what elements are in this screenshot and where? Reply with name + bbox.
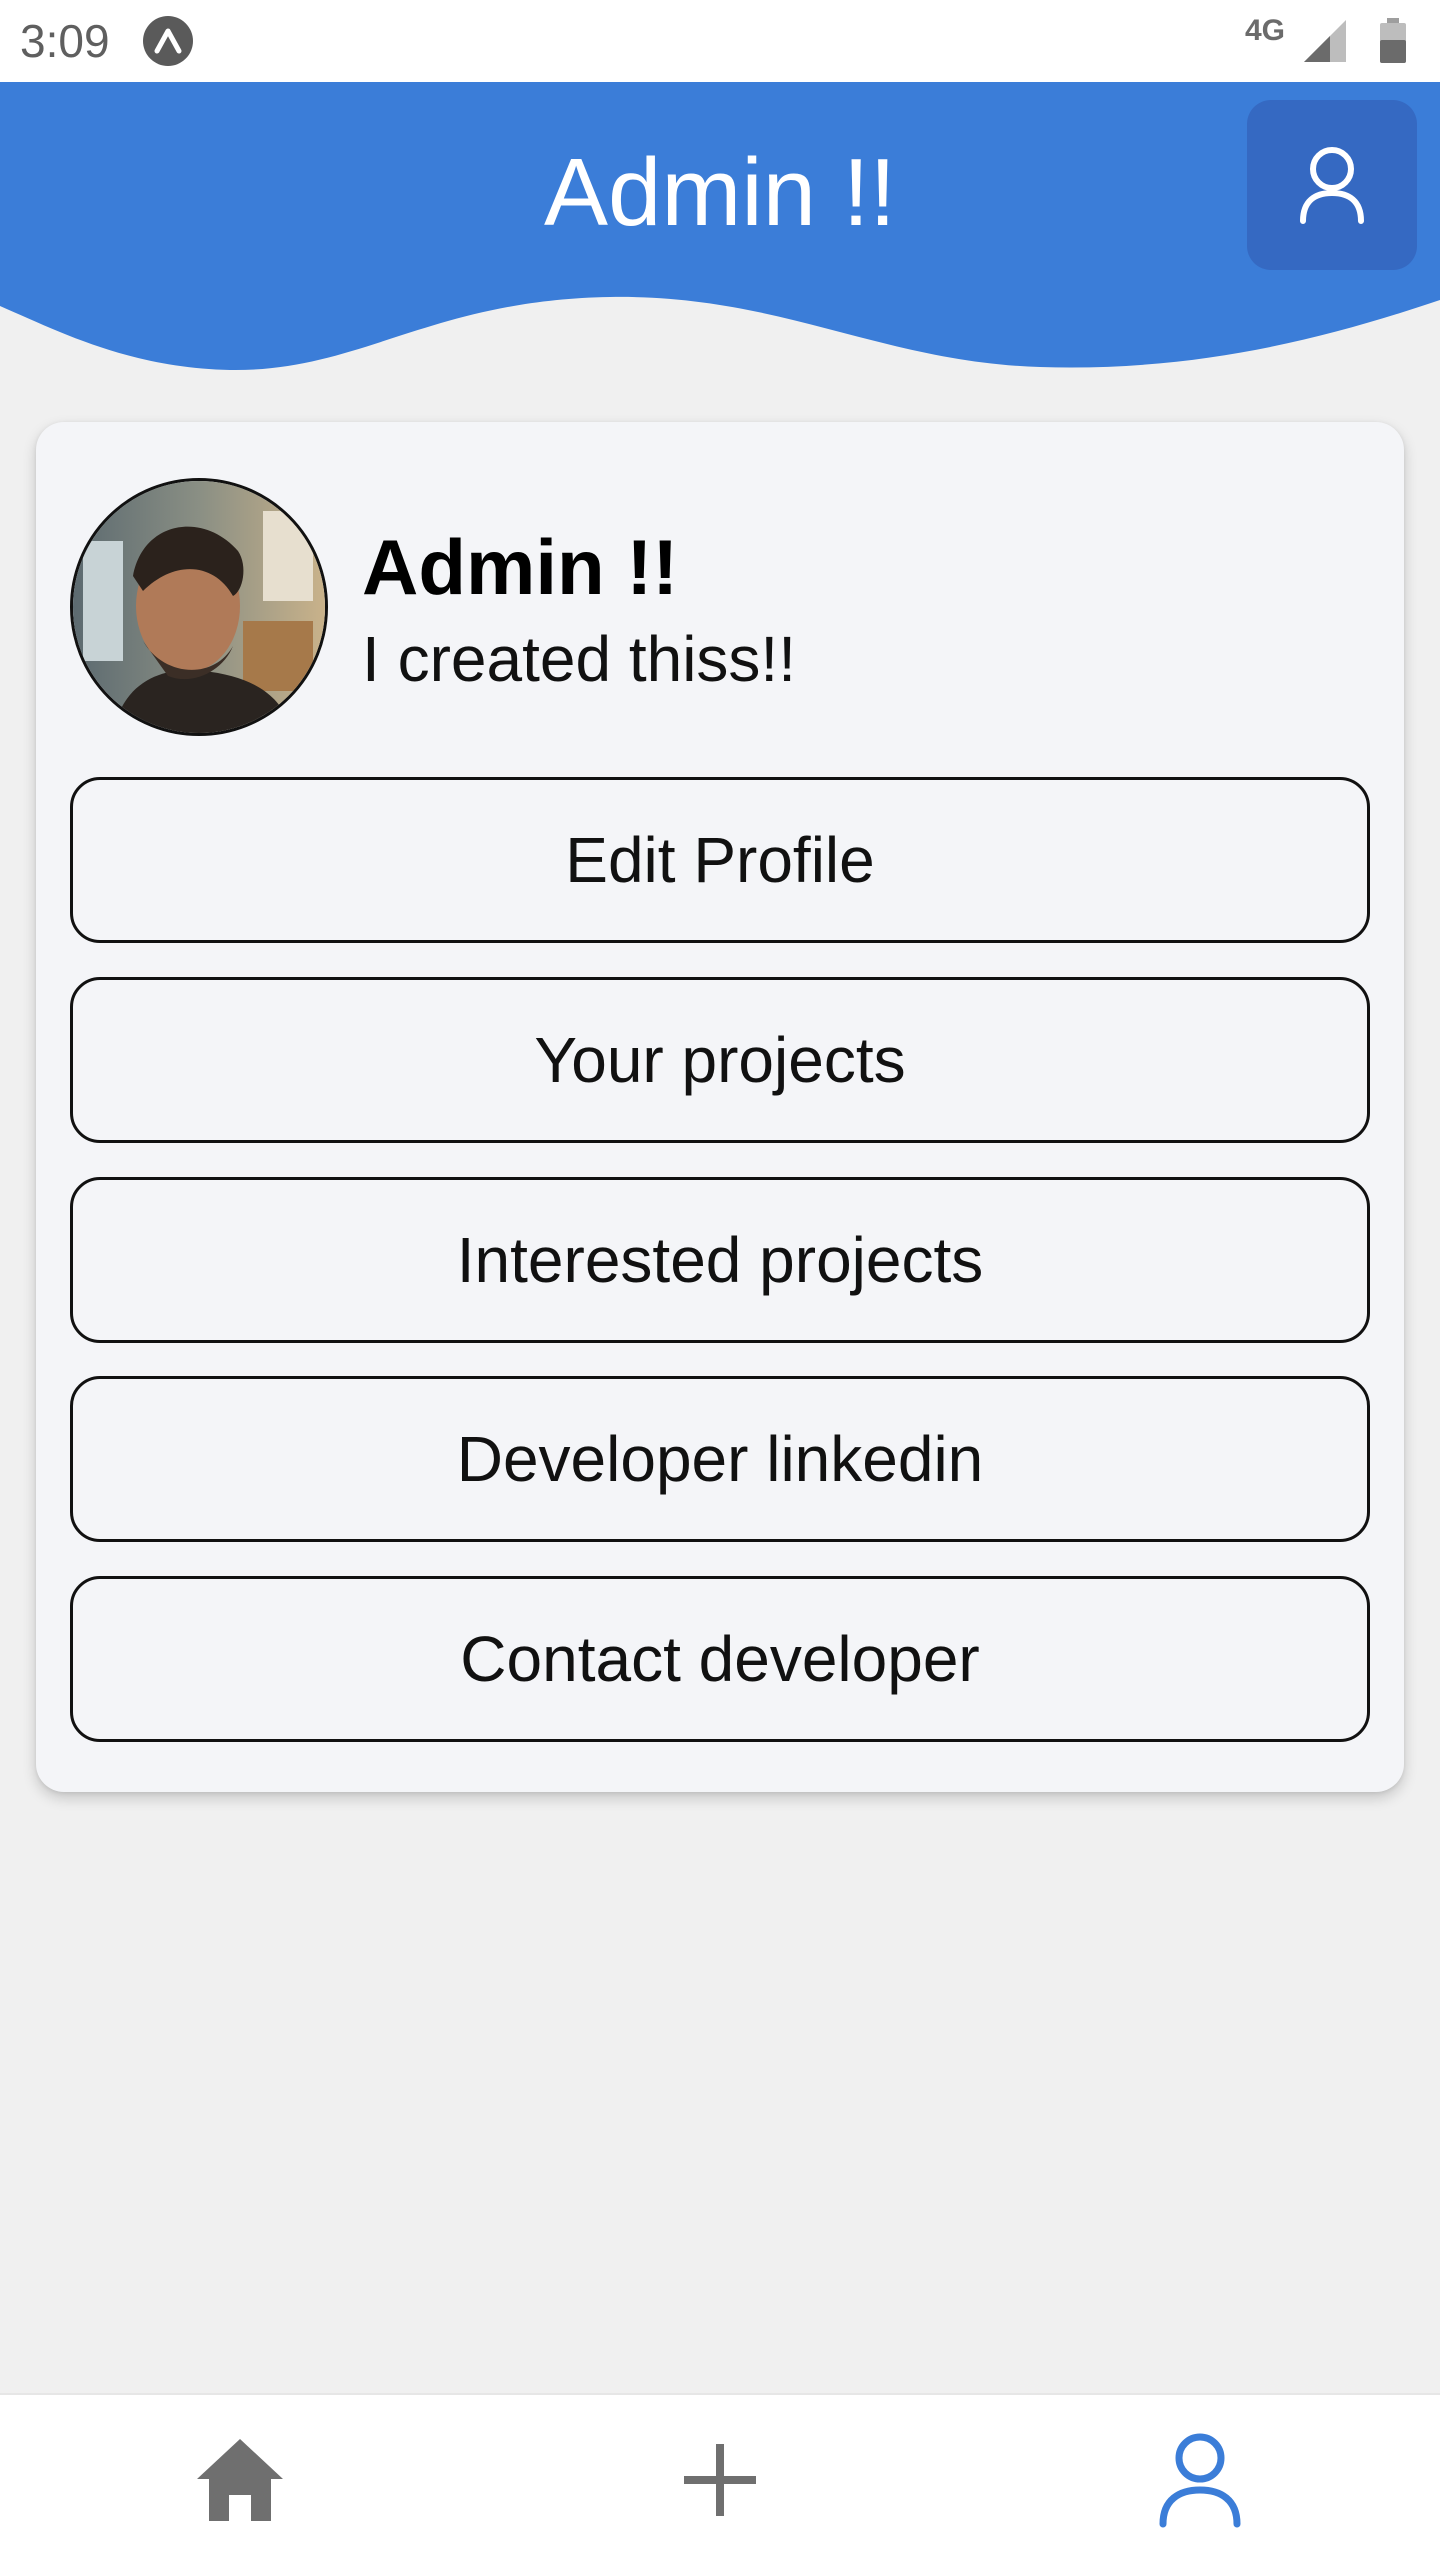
contact-developer-button[interactable]: Contact developer	[70, 1576, 1370, 1742]
profile-name: Admin !!	[362, 523, 679, 611]
avatar-photo	[73, 481, 325, 733]
bottom-nav	[0, 2393, 1440, 2560]
app-arc-icon	[143, 16, 193, 66]
signal-icon	[1304, 20, 1346, 62]
app-screen: 3:09 4G Admin !! Admin !! I created this…	[0, 0, 1440, 2560]
developer-linkedin-button[interactable]: Developer linkedin	[70, 1376, 1370, 1542]
profile-bio: I created thiss!!	[362, 623, 796, 695]
battery-icon	[1380, 18, 1406, 63]
edit-profile-button[interactable]: Edit Profile	[70, 777, 1370, 943]
nav-add[interactable]	[660, 2425, 780, 2535]
status-time: 3:09	[20, 15, 110, 67]
user-icon	[1159, 2433, 1241, 2528]
nav-home[interactable]	[180, 2425, 300, 2535]
home-icon	[197, 2439, 283, 2521]
avatar	[70, 478, 328, 736]
plus-icon	[684, 2444, 756, 2516]
interested-projects-button[interactable]: Interested projects	[70, 1177, 1370, 1343]
user-icon	[1300, 147, 1364, 224]
profile-card: Admin !! I created thiss!! Edit Profile …	[36, 422, 1404, 1792]
your-projects-button[interactable]: Your projects	[70, 977, 1370, 1143]
nav-profile[interactable]	[1140, 2425, 1260, 2535]
profile-button[interactable]	[1247, 100, 1417, 270]
status-bar: 3:09 4G	[0, 0, 1440, 82]
network-type: 4G	[1245, 14, 1286, 47]
app-header: Admin !!	[0, 82, 1440, 382]
header-title: Admin !!	[543, 139, 897, 246]
